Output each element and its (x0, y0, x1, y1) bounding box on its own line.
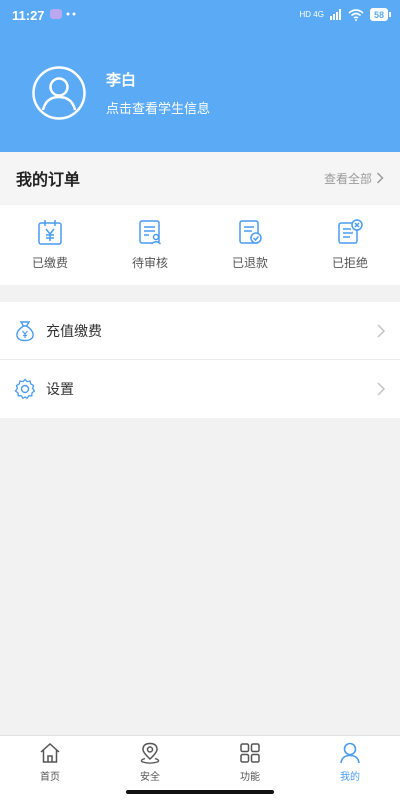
menu-item-recharge-label: 充值缴费 (46, 323, 102, 340)
order-paid-label: 已缴费 (31, 256, 68, 270)
chevron-right-icon (377, 323, 386, 338)
order-refunded[interactable]: 已退款 (200, 205, 300, 285)
tab-mine-label: 我的 (340, 772, 360, 783)
gear-icon (14, 378, 36, 400)
chevron-right-icon (376, 172, 384, 184)
order-rejected[interactable]: 已拒绝 (300, 205, 400, 285)
money-bag-icon (16, 320, 34, 341)
signal-icon (329, 9, 341, 20)
home-indicator[interactable] (126, 790, 274, 794)
pending-review-doc-icon (139, 220, 162, 245)
network-label: HD 4G (299, 9, 324, 19)
paid-yen-bag-icon (38, 220, 62, 245)
order-rejected-label: 已拒绝 (331, 256, 368, 270)
tab-mine[interactable]: 我的 (300, 736, 400, 800)
location-pin-icon (140, 742, 160, 764)
profile-card[interactable]: 李白 点击查看学生信息 (32, 66, 210, 120)
tab-home-label: 首页 (40, 772, 60, 783)
profile-header: 11:27 HD 4G 58 李白 点击查看学生信息 (0, 0, 400, 152)
tab-functions-label: 功能 (240, 772, 260, 783)
avatar-icon (32, 66, 86, 120)
status-time: 11:27 (12, 8, 45, 23)
menu-item-settings[interactable]: 设置 (0, 360, 400, 418)
menu-item-settings-label: 设置 (46, 382, 74, 398)
tab-safety-label: 安全 (140, 772, 160, 783)
view-all-label: 查看全部 (323, 171, 372, 186)
grid-icon (240, 743, 260, 763)
battery-indicator: 58 (369, 8, 392, 21)
order-status-row: 已缴费 待审核 已退款 已拒绝 (0, 205, 400, 285)
view-all-button[interactable]: 查看全部 (324, 170, 384, 187)
orders-title: 我的订单 (16, 170, 81, 189)
profile-text: 李白 点击查看学生信息 (106, 69, 210, 117)
status-right: HD 4G 58 (299, 8, 392, 21)
chevron-right-icon (377, 382, 386, 396)
status-bar: 11:27 HD 4G 58 (0, 0, 400, 30)
rejected-doc-x-icon (338, 219, 363, 244)
order-paid[interactable]: 已缴费 (0, 205, 100, 285)
order-pending-label: 待审核 (131, 256, 168, 270)
home-icon (40, 742, 60, 763)
wifi-icon (348, 8, 364, 21)
menu-list: 充值缴费 设置 (0, 302, 400, 418)
order-refunded-label: 已退款 (231, 256, 268, 270)
notification-icons (50, 9, 76, 19)
user-icon (340, 742, 360, 764)
student-info-link[interactable]: 点击查看学生信息 (106, 98, 210, 117)
refunded-doc-check-icon (239, 220, 262, 244)
order-pending[interactable]: 待审核 (100, 205, 200, 285)
app-notification-icon (50, 9, 62, 19)
student-name: 李白 (106, 71, 137, 89)
tab-home[interactable]: 首页 (0, 736, 100, 800)
more-dots-icon (66, 12, 76, 16)
orders-header: 我的订单 查看全部 (0, 152, 400, 204)
menu-item-recharge[interactable]: 充值缴费 (0, 302, 400, 360)
